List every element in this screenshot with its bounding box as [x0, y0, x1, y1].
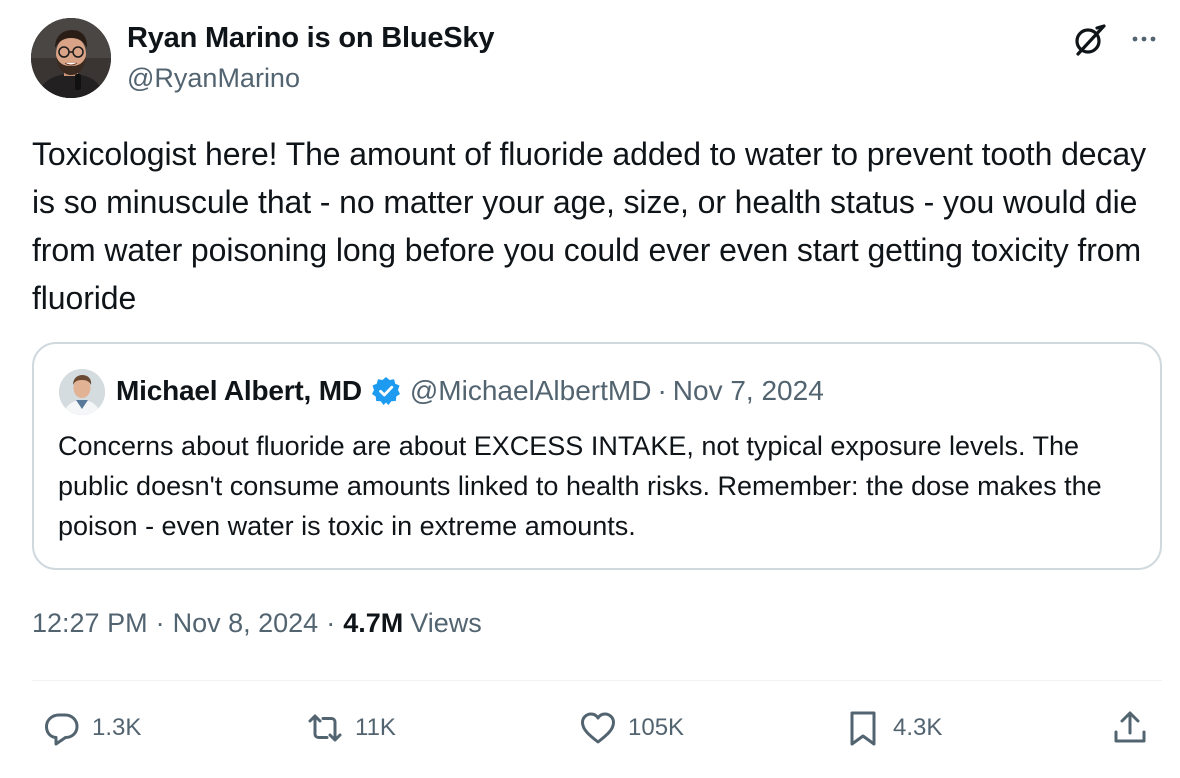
meta-separator: ·	[155, 608, 165, 638]
tweet-time[interactable]: 12:27 PM	[32, 608, 148, 639]
bookmark-button[interactable]: 4.3K	[843, 706, 942, 750]
like-count: 105K	[628, 714, 685, 741]
bookmark-count: 4.3K	[893, 714, 943, 741]
reply-icon	[45, 713, 79, 746]
quoted-user-avatar-photo-icon	[59, 369, 105, 415]
grok-icon[interactable]	[1070, 22, 1110, 58]
divider	[32, 680, 1162, 681]
quoted-tweet-date[interactable]: Nov 7, 2024	[673, 375, 824, 407]
more-options-icon[interactable]	[1126, 24, 1162, 54]
verified-badge-icon	[370, 375, 402, 407]
repost-icon	[308, 714, 342, 742]
quoted-separator: ·	[657, 375, 667, 406]
share-icon	[1114, 711, 1146, 743]
share-button[interactable]	[1110, 706, 1150, 750]
author-handle[interactable]: @RyanMarino	[127, 63, 300, 94]
reply-button[interactable]: 1.3K	[42, 706, 141, 750]
author-avatar[interactable]	[31, 18, 111, 98]
quoted-tweet-card[interactable]: Michael Albert, MD @MichaelAlbertMD · No…	[32, 342, 1162, 570]
user-avatar-photo-icon	[31, 18, 111, 98]
views-count: 4.7M	[343, 608, 404, 638]
like-button[interactable]: 105K	[578, 706, 684, 750]
bookmark-icon	[850, 711, 876, 746]
repost-button[interactable]: 11K	[305, 706, 396, 750]
quoted-tweet-text: Concerns about fluoride are about EXCESS…	[58, 431, 1102, 541]
author-name[interactable]: Ryan Marino is on BlueSky	[127, 22, 494, 55]
quoted-author-handle[interactable]: @MichaelAlbertMD	[410, 375, 652, 407]
tweet-date[interactable]: Nov 8, 2024	[173, 608, 319, 639]
tweet-meta: 12:27 PM · Nov 8, 2024 · 4.7M Views	[32, 608, 482, 639]
reply-count: 1.3K	[92, 714, 142, 741]
tweet-text: Toxicologist here! The amount of fluorid…	[32, 136, 1146, 316]
quoted-author-avatar[interactable]	[59, 369, 105, 415]
meta-separator: ·	[326, 608, 336, 638]
repost-count: 11K	[355, 714, 396, 741]
quoted-author-name[interactable]: Michael Albert, MD	[116, 375, 362, 407]
views-label: Views	[410, 608, 482, 638]
heart-icon	[581, 712, 615, 744]
quoted-tweet-header: Michael Albert, MD @MichaelAlbertMD · No…	[116, 375, 824, 407]
